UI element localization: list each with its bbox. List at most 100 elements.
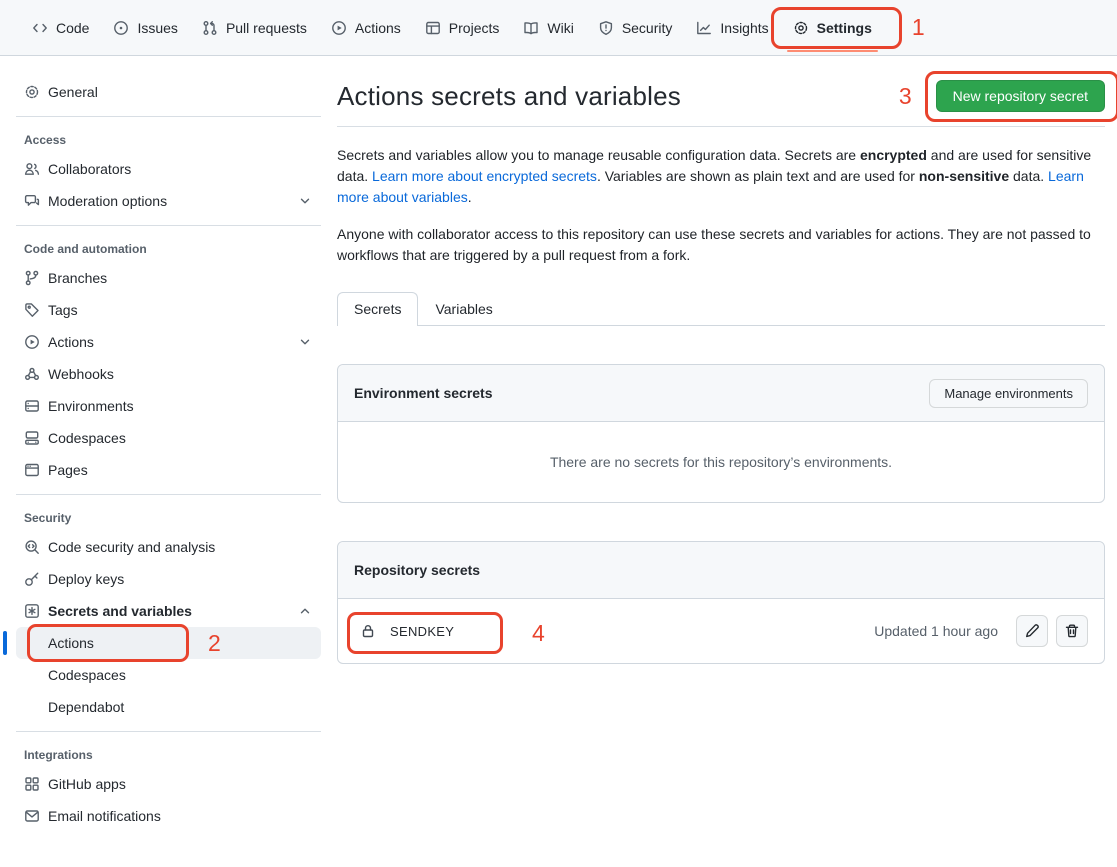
gear-icon [793, 20, 809, 36]
sidebar-section-code-and-automation: Code and automation [16, 234, 321, 262]
sidebar-item-actions[interactable]: Actions [16, 326, 321, 358]
nav-tab-actions[interactable]: Actions [323, 14, 409, 42]
chevron-down-icon [297, 193, 313, 209]
webhook-icon [24, 366, 40, 382]
delete-secret-button[interactable] [1056, 615, 1088, 647]
description-text: . [468, 189, 472, 205]
annotation-number-1: 1 [912, 16, 925, 39]
sidebar-item-label: Webhooks [48, 366, 114, 382]
nav-tab-projects[interactable]: Projects [417, 14, 508, 42]
link-learn-more-about-encrypted-secrets[interactable]: Learn more about encrypted secrets [372, 168, 597, 184]
manage-environments-button[interactable]: Manage environments [929, 379, 1088, 408]
annotation-number-2: 2 [208, 632, 221, 655]
environment-secrets-title: Environment secrets [354, 385, 493, 401]
settings-sidebar: GeneralAccessCollaboratorsModeration opt… [0, 56, 337, 832]
secrets-description: Secrets and variables allow you to manag… [337, 145, 1105, 208]
nav-tab-label: Issues [137, 20, 177, 36]
git-pull-request-icon [202, 20, 218, 36]
nav-tab-security[interactable]: Security [590, 14, 681, 42]
sidebar-item-code-security-and-analysis[interactable]: Code security and analysis [16, 531, 321, 563]
secret-updated-timestamp: Updated 1 hour ago [874, 623, 998, 639]
browser-icon [24, 462, 40, 478]
sidebar-item-pages[interactable]: Pages [16, 454, 321, 486]
sidebar-item-label: Environments [48, 398, 134, 414]
repository-secrets-box: Repository secrets SENDKEY4 Updated 1 hou… [337, 541, 1105, 664]
sidebar-item-moderation-options[interactable]: Moderation options [16, 185, 321, 217]
sidebar-item-environments[interactable]: Environments [16, 390, 321, 422]
description-text: . Variables are shown as plain text and … [597, 168, 919, 184]
page-title: Actions secrets and variables [337, 81, 681, 112]
edit-secret-button[interactable] [1016, 615, 1048, 647]
sidebar-item-actions[interactable]: Actions2 [16, 627, 321, 659]
tab-secrets[interactable]: Secrets [337, 292, 418, 326]
sidebar-item-label: Email notifications [48, 808, 161, 824]
sidebar-item-label: General [48, 84, 98, 100]
new-repository-secret-button[interactable]: New repository secret [936, 80, 1105, 112]
description-text: Secrets and variables allow you to manag… [337, 147, 860, 163]
sidebar-divider [16, 731, 321, 732]
sidebar-item-label: Branches [48, 270, 107, 286]
key-icon [24, 571, 40, 587]
sidebar-item-deploy-keys[interactable]: Deploy keys [16, 563, 321, 595]
sidebar-item-label: Moderation options [48, 193, 167, 209]
sidebar-item-general[interactable]: General [16, 76, 321, 108]
nav-tab-label: Actions [355, 20, 401, 36]
sidebar-item-codespaces[interactable]: Codespaces [16, 659, 321, 691]
collaborator-access-note: Anyone with collaborator access to this … [337, 224, 1105, 266]
nav-tab-code[interactable]: Code [24, 14, 97, 42]
table-icon [425, 20, 441, 36]
people-icon [24, 161, 40, 177]
nav-tab-label: Wiki [547, 20, 573, 36]
nav-tab-label: Security [622, 20, 673, 36]
tab-variables[interactable]: Variables [418, 292, 509, 326]
secret-name-group: SENDKEY4 [360, 623, 454, 639]
tag-icon [24, 302, 40, 318]
git-branch-icon [24, 270, 40, 286]
emphasis-text: encrypted [860, 147, 927, 163]
issue-opened-icon [113, 20, 129, 36]
sidebar-divider [16, 225, 321, 226]
sidebar-divider [16, 494, 321, 495]
repository-secrets-title: Repository secrets [354, 562, 480, 578]
sidebar-item-label: Actions [48, 334, 94, 350]
play-icon [24, 334, 40, 350]
nav-tab-settings[interactable]: Settings [785, 14, 880, 42]
sidebar-item-secrets-and-variables[interactable]: Secrets and variables [16, 595, 321, 627]
nav-tab-label: Pull requests [226, 20, 307, 36]
sidebar-item-codespaces[interactable]: Codespaces [16, 422, 321, 454]
sidebar-item-branches[interactable]: Branches [16, 262, 321, 294]
secret-row: SENDKEY4 Updated 1 hour ago [338, 599, 1104, 663]
code-icon [32, 20, 48, 36]
active-indicator [3, 631, 7, 655]
title-divider [337, 126, 1105, 127]
sidebar-section-integrations: Integrations [16, 740, 321, 768]
sidebar-item-label: Secrets and variables [48, 603, 192, 619]
sidebar-divider [16, 116, 321, 117]
nav-tab-wiki[interactable]: Wiki [515, 14, 581, 42]
shield-icon [598, 20, 614, 36]
sidebar-item-label: Deploy keys [48, 571, 124, 587]
sidebar-item-label: Code security and analysis [48, 539, 215, 555]
mail-icon [24, 808, 40, 824]
graph-icon [696, 20, 712, 36]
main-content: Actions secrets and variables 3 New repo… [337, 56, 1117, 664]
environment-secrets-box: Environment secrets Manage environments … [337, 364, 1105, 503]
sidebar-item-tags[interactable]: Tags [16, 294, 321, 326]
nav-tab-issues[interactable]: Issues [105, 14, 185, 42]
nav-tab-label: Projects [449, 20, 500, 36]
sidebar-item-github-apps[interactable]: GitHub apps [16, 768, 321, 800]
sidebar-item-webhooks[interactable]: Webhooks [16, 358, 321, 390]
sidebar-item-email-notifications[interactable]: Email notifications [16, 800, 321, 832]
chevron-up-icon [297, 603, 313, 619]
repo-tab-nav: Code Issues Pull requests Actions Projects Wi… [0, 0, 1117, 56]
codescan-icon [24, 539, 40, 555]
description-text: data. [1009, 168, 1048, 184]
nav-tab-pull-requests[interactable]: Pull requests [194, 14, 315, 42]
nav-tab-insights[interactable]: Insights [688, 14, 776, 42]
sidebar-item-label: Pages [48, 462, 88, 478]
sidebar-item-dependabot[interactable]: Dependabot [16, 691, 321, 723]
sidebar-item-collaborators[interactable]: Collaborators [16, 153, 321, 185]
nav-tab-label: Settings [817, 20, 872, 36]
annotation-number-4: 4 [532, 622, 545, 645]
sidebar-item-label: GitHub apps [48, 776, 126, 792]
